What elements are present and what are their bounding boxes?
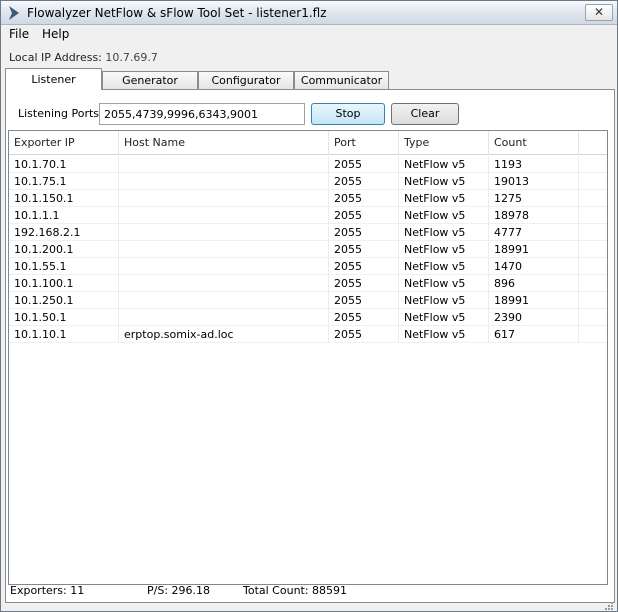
table-row[interactable]: 10.1.55.1 2055 NetFlow v5 1470 [9, 258, 607, 275]
exporter-ip-cell: 10.1.100.1 [9, 275, 119, 292]
table-row[interactable]: 10.1.70.1 2055 NetFlow v5 1193 [9, 156, 607, 173]
tab-communicator[interactable]: Communicator [294, 71, 389, 90]
port-cell: 2055 [329, 190, 399, 207]
count-cell: 19013 [489, 173, 579, 190]
count-cell: 896 [489, 275, 579, 292]
count-cell: 2390 [489, 309, 579, 326]
type-cell: NetFlow v5 [399, 309, 489, 326]
exporters-count: Exporters: 11 [10, 584, 85, 597]
port-cell: 2055 [329, 292, 399, 309]
local-ip-address: Local IP Address: 10.7.69.7 [9, 51, 158, 64]
close-button[interactable]: ✕ [585, 4, 613, 21]
resize-grip-icon[interactable] [604, 601, 614, 611]
host-name-cell [119, 241, 329, 258]
host-name-cell [119, 275, 329, 292]
host-name-cell [119, 156, 329, 173]
table-row[interactable]: 10.1.10.1 erptop.somix-ad.loc 2055 NetFl… [9, 326, 607, 343]
listening-ports-label: Listening Ports: [18, 107, 103, 120]
window-title: Flowalyzer NetFlow & sFlow Tool Set - li… [27, 6, 327, 20]
type-cell: NetFlow v5 [399, 275, 489, 292]
port-cell: 2055 [329, 173, 399, 190]
host-name-cell: erptop.somix-ad.loc [119, 326, 329, 343]
table-row[interactable]: 10.1.50.1 2055 NetFlow v5 2390 [9, 309, 607, 326]
port-cell: 2055 [329, 275, 399, 292]
type-cell: NetFlow v5 [399, 173, 489, 190]
type-cell: NetFlow v5 [399, 258, 489, 275]
exporter-ip-cell: 10.1.1.1 [9, 207, 119, 224]
exporter-ip-cell: 10.1.200.1 [9, 241, 119, 258]
port-cell: 2055 [329, 207, 399, 224]
stop-button[interactable]: Stop [311, 103, 385, 125]
packets-per-second: P/S: 296.18 [147, 584, 211, 597]
host-name-cell [119, 292, 329, 309]
count-cell: 1275 [489, 190, 579, 207]
type-cell: NetFlow v5 [399, 156, 489, 173]
tab-generator[interactable]: Generator [102, 71, 198, 90]
type-cell: NetFlow v5 [399, 326, 489, 343]
type-cell: NetFlow v5 [399, 190, 489, 207]
column-header-port[interactable]: Port [329, 131, 399, 155]
table-row[interactable]: 10.1.250.1 2055 NetFlow v5 18991 [9, 292, 607, 309]
listener-panel: Listening Ports: Stop Clear Exporter IP … [5, 89, 615, 603]
local-ip-value: 10.7.69.7 [105, 51, 158, 64]
column-header-exporter-ip[interactable]: Exporter IP [9, 131, 119, 155]
port-cell: 2055 [329, 156, 399, 173]
exporter-ip-cell: 10.1.70.1 [9, 156, 119, 173]
clear-button[interactable]: Clear [391, 103, 459, 125]
table-row[interactable]: 10.1.200.1 2055 NetFlow v5 18991 [9, 241, 607, 258]
exporter-ip-cell: 10.1.75.1 [9, 173, 119, 190]
exporter-ip-cell: 10.1.55.1 [9, 258, 119, 275]
count-cell: 18991 [489, 292, 579, 309]
type-cell: NetFlow v5 [399, 292, 489, 309]
type-cell: NetFlow v5 [399, 207, 489, 224]
host-name-cell [119, 309, 329, 326]
status-bar: Exporters: 11 P/S: 296.18 Total Count: 8… [5, 584, 613, 602]
title-bar[interactable]: Flowalyzer NetFlow & sFlow Tool Set - li… [1, 1, 617, 25]
host-name-cell [119, 207, 329, 224]
table-row[interactable]: 10.1.100.1 2055 NetFlow v5 896 [9, 275, 607, 292]
host-name-cell [119, 173, 329, 190]
host-name-cell [119, 190, 329, 207]
count-cell: 18978 [489, 207, 579, 224]
tab-listener[interactable]: Listener [5, 68, 102, 90]
count-cell: 4777 [489, 224, 579, 241]
port-cell: 2055 [329, 326, 399, 343]
type-cell: NetFlow v5 [399, 241, 489, 258]
column-header-type[interactable]: Type [399, 131, 489, 155]
host-name-cell [119, 258, 329, 275]
list-header: Exporter IP Host Name Port Type Count [9, 131, 607, 155]
count-cell: 617 [489, 326, 579, 343]
menu-bar: File Help [1, 25, 617, 44]
count-cell: 18991 [489, 241, 579, 258]
type-cell: NetFlow v5 [399, 224, 489, 241]
table-row[interactable]: 192.168.2.1 2055 NetFlow v5 4777 [9, 224, 607, 241]
count-cell: 1193 [489, 156, 579, 173]
column-header-host-name[interactable]: Host Name [119, 131, 329, 155]
exporter-ip-cell: 10.1.250.1 [9, 292, 119, 309]
exporter-ip-cell: 10.1.50.1 [9, 309, 119, 326]
menu-help[interactable]: Help [42, 27, 69, 41]
column-header-count[interactable]: Count [489, 131, 579, 155]
count-cell: 1470 [489, 258, 579, 275]
app-logo-icon [9, 6, 19, 20]
table-row[interactable]: 10.1.150.1 2055 NetFlow v5 1275 [9, 190, 607, 207]
table-row[interactable]: 10.1.75.1 2055 NetFlow v5 19013 [9, 173, 607, 190]
menu-file[interactable]: File [9, 27, 29, 41]
listening-ports-input[interactable] [99, 103, 305, 125]
exporter-ip-cell: 10.1.10.1 [9, 326, 119, 343]
local-ip-label: Local IP Address: [9, 51, 102, 64]
table-row[interactable]: 10.1.1.1 2055 NetFlow v5 18978 [9, 207, 607, 224]
exporter-list[interactable]: Exporter IP Host Name Port Type Count 10… [8, 130, 608, 585]
port-cell: 2055 [329, 224, 399, 241]
exporter-ip-cell: 192.168.2.1 [9, 224, 119, 241]
port-cell: 2055 [329, 258, 399, 275]
exporter-ip-cell: 10.1.150.1 [9, 190, 119, 207]
tab-configurator[interactable]: Configurator [198, 71, 294, 90]
port-cell: 2055 [329, 241, 399, 258]
total-count: Total Count: 88591 [243, 584, 348, 597]
host-name-cell [119, 224, 329, 241]
port-cell: 2055 [329, 309, 399, 326]
app-window: Flowalyzer NetFlow & sFlow Tool Set - li… [0, 0, 618, 612]
